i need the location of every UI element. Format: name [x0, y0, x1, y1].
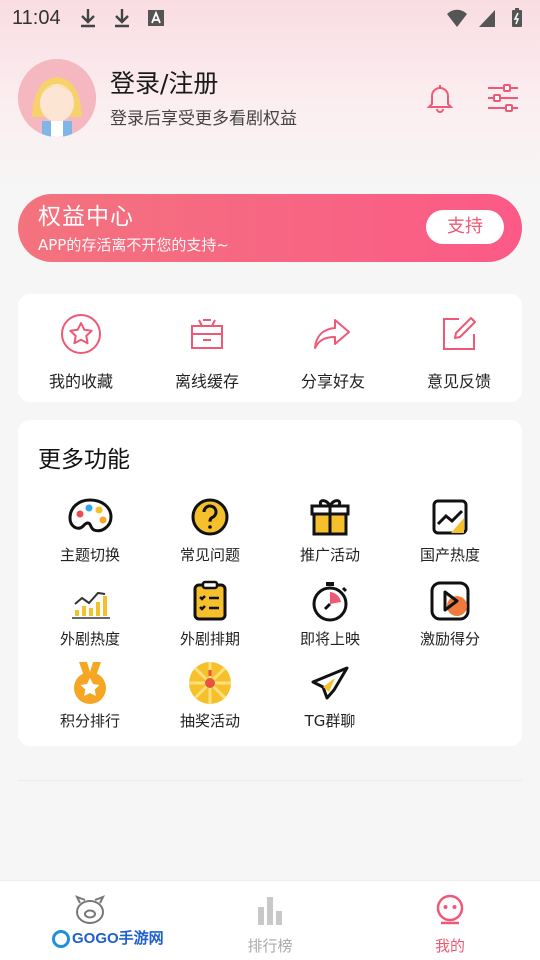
avatar[interactable] [18, 59, 96, 137]
feedback-label: 意见反馈 [426, 372, 491, 391]
more-functions-title: 更多功能 [38, 447, 130, 473]
promo-activity-label: 推广活动 [299, 546, 360, 564]
medal-icon [74, 662, 106, 704]
theme-switch-label: 主题切换 [59, 546, 120, 564]
lucky-wheel-icon [189, 662, 231, 704]
status-time: 11:04 [12, 6, 61, 29]
wifi-icon [447, 9, 467, 27]
bell-icon[interactable] [424, 82, 456, 114]
clipboard-list-icon [193, 580, 227, 621]
status-bar: 11:04 [0, 0, 540, 36]
nav-mine[interactable]: 我的 [360, 881, 540, 960]
points-ranking-label: 积分排行 [59, 712, 120, 730]
nav-ranking[interactable]: 排行榜 [180, 881, 360, 960]
tg-group-item[interactable]: TG群聊 [270, 660, 390, 731]
feedback-button[interactable]: 意见反馈 [404, 312, 514, 402]
lottery-item[interactable]: 抽奖活动 [150, 660, 270, 731]
faq-item[interactable]: 常见问题 [150, 494, 270, 565]
cache-box-icon [191, 319, 223, 349]
ranking-bars-icon [258, 897, 282, 925]
star-circle-icon [61, 314, 101, 354]
points-ranking-item[interactable]: 积分排行 [30, 660, 150, 731]
support-button[interactable]: 支持 [426, 210, 504, 244]
bottom-nav: GOGO手游网 排行榜 我的 [0, 880, 540, 960]
lottery-label: 抽奖活动 [179, 712, 240, 730]
edit-note-icon [443, 317, 476, 350]
mine-face-icon [436, 894, 464, 925]
play-button-icon [430, 581, 470, 621]
telegram-plane-icon [311, 666, 349, 700]
stopwatch-icon [312, 582, 348, 622]
benefit-center-banner[interactable]: 权益中心 APP的存活离不开您的支持~ 支持 [18, 194, 522, 262]
foreign-schedule-label: 外剧排期 [179, 630, 240, 648]
download-icon [114, 9, 129, 28]
settings-sliders-icon[interactable] [486, 82, 520, 114]
incentive-score-item[interactable]: 激励得分 [390, 578, 510, 649]
watermark-logo: GOGO手游网 [52, 927, 164, 949]
foreign-schedule-item[interactable]: 外剧排期 [150, 578, 270, 649]
download-icon [80, 9, 95, 28]
foreign-popularity-item[interactable]: 外剧热度 [30, 578, 150, 649]
login-subtitle: 登录后享受更多看剧权益 [110, 108, 297, 129]
signal-icon [479, 10, 495, 27]
share-friends-label: 分享好友 [300, 372, 365, 391]
question-circle-icon [191, 498, 229, 536]
foreign-popularity-label: 外剧热度 [59, 630, 120, 648]
bar-chart-icon [72, 591, 110, 619]
login-register-title[interactable]: 登录/注册 [110, 68, 297, 100]
favorites-label: 我的收藏 [48, 372, 113, 391]
offline-cache-button[interactable]: 离线缓存 [152, 312, 262, 402]
gift-icon [310, 499, 350, 536]
font-app-icon [147, 10, 164, 26]
nav-mine-label: 我的 [434, 937, 465, 955]
tg-group-label: TG群聊 [304, 712, 356, 730]
favorites-button[interactable]: 我的收藏 [26, 312, 136, 402]
coming-soon-item[interactable]: 即将上映 [270, 578, 390, 649]
battery-icon [512, 8, 522, 27]
domestic-popularity-label: 国产热度 [419, 546, 480, 564]
divider [18, 780, 522, 781]
offline-cache-label: 离线缓存 [174, 372, 239, 391]
faq-label: 常见问题 [179, 546, 240, 564]
profile-header: 登录/注册 登录后享受更多看剧权益 [18, 58, 528, 138]
coming-soon-label: 即将上映 [299, 630, 360, 648]
nav-ranking-label: 排行榜 [247, 937, 293, 955]
nav-home[interactable]: GOGO手游网 [0, 881, 180, 960]
share-arrow-icon [314, 319, 350, 349]
watermark-text: GOGO手游网 [72, 930, 164, 947]
promo-activity-item[interactable]: 推广活动 [270, 494, 390, 565]
quick-actions-card: 我的收藏 离线缓存 分享好友 意见反馈 [18, 294, 522, 402]
domestic-popularity-item[interactable]: 国产热度 [390, 494, 510, 565]
trend-chart-icon [432, 499, 468, 535]
incentive-score-label: 激励得分 [419, 630, 480, 648]
more-functions-card: 更多功能 主题切换 常见问题 推广活动 国产热度 外剧热度 外剧排期 即将上映 … [18, 420, 522, 746]
palette-icon [68, 498, 113, 533]
share-friends-button[interactable]: 分享好友 [278, 312, 388, 402]
pig-mascot-icon [74, 895, 106, 924]
theme-switch-item[interactable]: 主题切换 [30, 494, 150, 565]
avatar-girl-icon [18, 59, 96, 137]
